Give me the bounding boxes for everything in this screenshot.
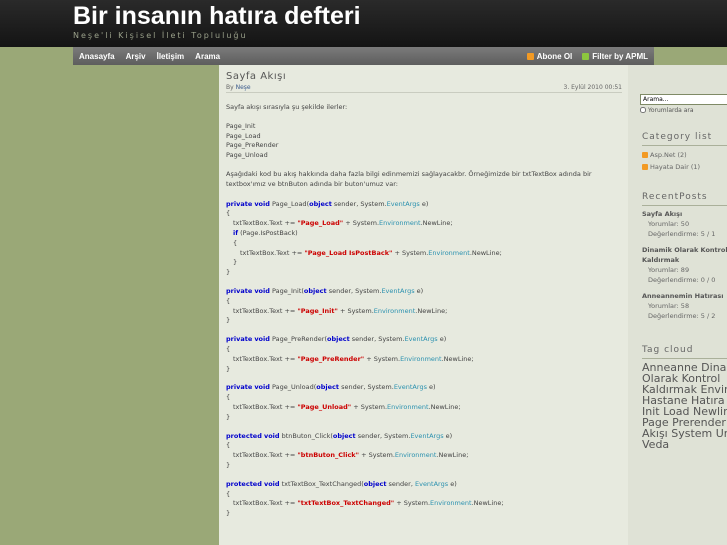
tag-divider — [642, 358, 727, 359]
step-item: Page_PreRender — [226, 141, 279, 150]
recent-post-rating: Değerlendirme: 0 / 0 — [648, 276, 716, 284]
site-header: Bir insanın hatıra defteri Neşe'li Kişis… — [0, 0, 727, 47]
category-item[interactable]: Hayata Dair (1) — [642, 163, 700, 171]
code-method: Page_PreRender( — [271, 335, 327, 344]
search-input[interactable] — [640, 94, 727, 105]
step-item: Page_Unload — [226, 151, 268, 160]
apml-link[interactable]: Filter by APML — [582, 52, 648, 61]
recent-post-comments: Yorumlar: 89 — [648, 266, 690, 274]
nav-contact[interactable]: İletişim — [157, 52, 185, 61]
post-divider — [226, 92, 622, 93]
subscribe-link[interactable]: Abone Ol — [526, 51, 573, 61]
code-string: "Page_PreRender" — [297, 354, 365, 363]
code-string: "Page_Load IsPostBack" — [304, 248, 393, 257]
search-comments-label: Yorumlarda ara — [648, 107, 694, 114]
category-divider — [642, 145, 727, 146]
post-body: Sayfa akışı sırasıyla şu şekilde ilerler… — [226, 103, 621, 519]
code-string: "Page_Load" — [297, 219, 344, 228]
subscribe-label: Abone Ol — [536, 51, 573, 61]
category-heading: Category list — [642, 132, 713, 142]
code-method: txtTextBox_TextChanged( — [281, 479, 364, 488]
recent-post-link[interactable]: Sayfa Akışı — [642, 210, 682, 220]
recent-heading: RecentPosts — [642, 192, 708, 202]
nav-feeds: Abone Ol Filter by APML — [517, 47, 648, 65]
category-item[interactable]: Asp.Net (2) — [642, 151, 687, 159]
category-label[interactable]: Asp.Net (2) — [650, 151, 687, 159]
search-comments-checkbox[interactable] — [640, 107, 646, 113]
code-method: btnButon_Click( — [281, 431, 333, 440]
post-title[interactable]: Sayfa Akışı — [226, 71, 286, 82]
recent-post-comments: Yorumlar: 58 — [648, 302, 690, 310]
code-method: Page_Init( — [271, 286, 304, 295]
recent-post-link[interactable]: Anneannemin Hatırası — [642, 292, 724, 302]
code-method: Page_Unload( — [271, 383, 317, 392]
apml-icon — [582, 52, 590, 60]
nav-links: Anasayfa Arşiv İletişim Arama — [79, 47, 231, 65]
recent-post-rating: Değerlendirme: 5 / 1 — [648, 230, 716, 238]
nav-home[interactable]: Anasayfa — [79, 52, 115, 61]
tag-line[interactable]: Veda — [642, 439, 727, 450]
recent-post-rating: Değerlendirme: 5 / 2 — [648, 312, 716, 320]
code-string: "Page_Init" — [297, 306, 338, 315]
post-byline: By Neşe — [226, 84, 251, 91]
nav-archive[interactable]: Arşiv — [126, 52, 146, 61]
category-label[interactable]: Hayata Dair (1) — [650, 163, 700, 171]
step-item: Page_Init — [226, 121, 256, 130]
step-item: Page_Load — [226, 131, 261, 140]
code-block: private void Page_Load(object sender, Sy… — [226, 199, 504, 518]
site-title[interactable]: Bir insanın hatıra defteri — [73, 2, 361, 31]
code-string: "Page_Unload" — [297, 402, 352, 411]
nav-search[interactable]: Arama — [195, 52, 220, 61]
recent-post-comments: Yorumlar: 50 — [648, 220, 690, 228]
rss-icon[interactable] — [642, 164, 648, 170]
author-link[interactable]: Neşe — [236, 84, 251, 91]
apml-label: Filter by APML — [592, 51, 648, 61]
code-string: "btnButon_Click" — [297, 451, 360, 460]
tag-heading: Tag cloud — [642, 345, 694, 355]
tag-cloud: Anneanne Dinamik Olarak Kontrol Kaldırma… — [642, 362, 727, 450]
code-method: Page_Load( — [271, 199, 310, 208]
post-intro: Sayfa akışı sırasıyla şu şekilde ilerler… — [226, 103, 348, 111]
site-subtitle: Neşe'li Kişisel İleti Topluluğu — [73, 31, 248, 40]
recent-divider — [642, 205, 727, 206]
post-content: Sayfa Akışı By Neşe 3. Eylül 2010 00:51 … — [219, 65, 628, 545]
post-date: 3. Eylül 2010 00:51 — [563, 84, 623, 91]
recent-post-link[interactable]: Dinamik Olarak Kontrol — [642, 246, 727, 256]
right-sidebar: Yorumlarda ara Category list Asp.Net (2)… — [628, 65, 727, 545]
left-background — [0, 65, 219, 545]
code-string: "txtTextBox_TextChanged" — [297, 499, 395, 508]
recent-post-link-cont[interactable]: Kaldırmak — [642, 256, 679, 266]
by-label: By — [226, 84, 234, 91]
main-nav: Anasayfa Arşiv İletişim Arama Abone Ol F… — [73, 47, 654, 65]
rss-icon — [526, 52, 534, 60]
post-description: Aşağıdaki kod bu akış hakkında daha fazl… — [226, 169, 592, 188]
rss-icon[interactable] — [642, 152, 648, 158]
